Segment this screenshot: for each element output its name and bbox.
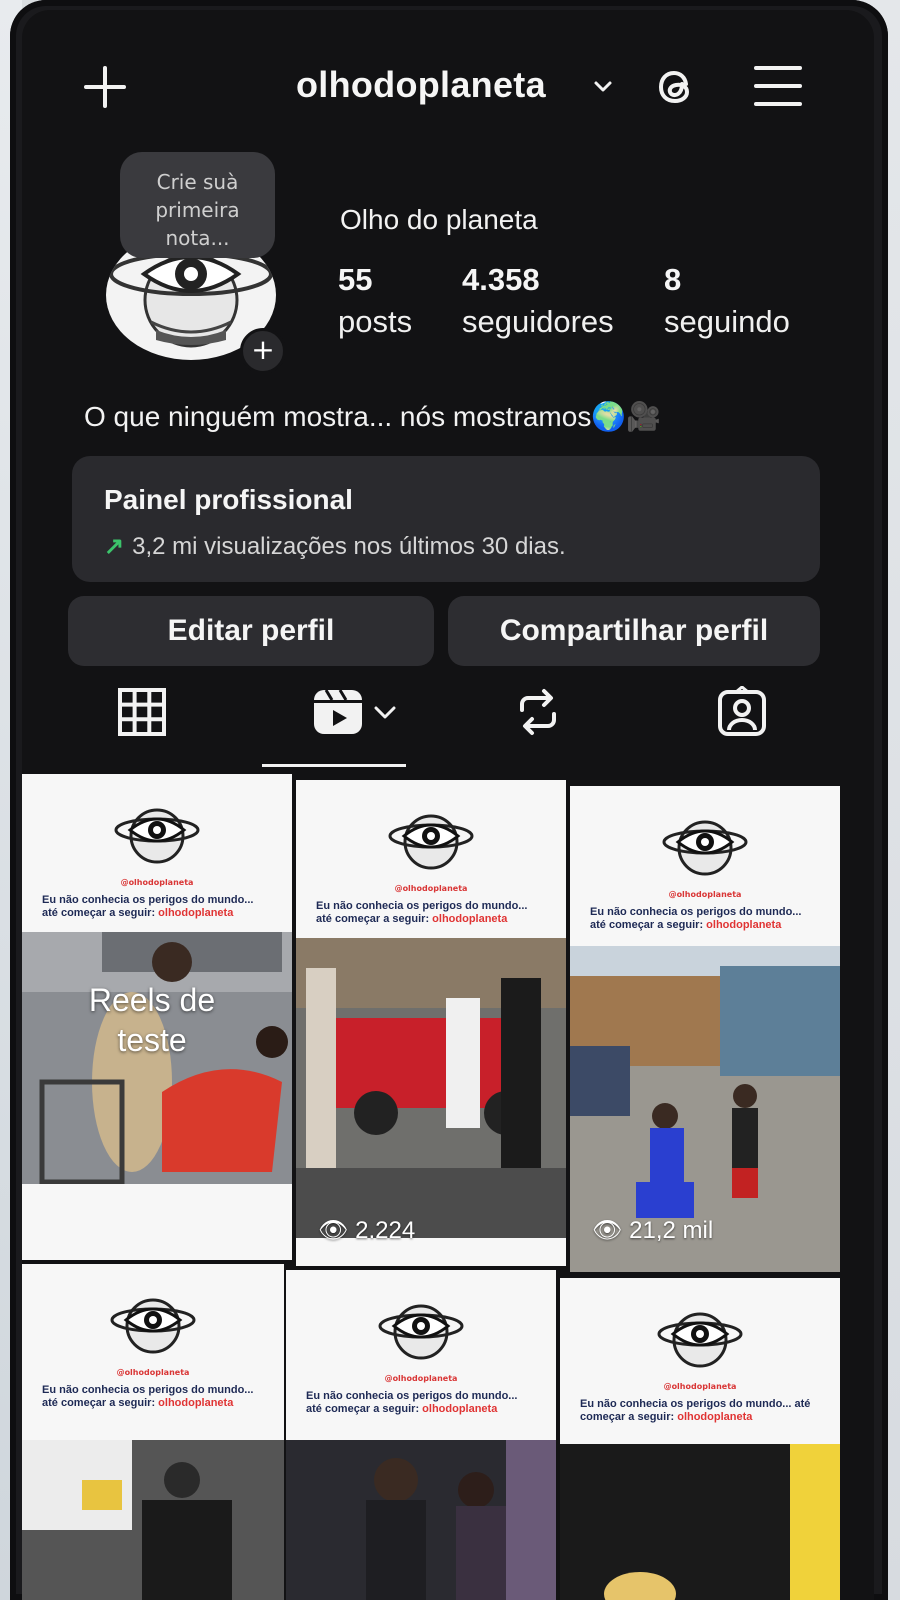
eye-globe-logo-icon <box>388 814 474 870</box>
reel-tile[interactable]: @olhodoplaneta Eu não conhecia os perigo… <box>22 1264 284 1600</box>
tagged-icon[interactable] <box>716 686 768 738</box>
reels-icon[interactable] <box>312 686 364 738</box>
reel-caption: Eu não conhecia os perigos do mundo... a… <box>42 894 254 919</box>
chevron-down-icon[interactable] <box>592 76 614 98</box>
note-bubble[interactable]: Crie suà primeira nota... <box>120 152 275 258</box>
menu-icon[interactable] <box>754 64 802 108</box>
reel-thumbnail <box>286 1440 556 1600</box>
professional-dashboard[interactable]: Painel profissional ↗ 3,2 mi visualizaçõe… <box>72 456 820 582</box>
reels-grid: @olhodoplaneta Eu não conhecia os perigo… <box>22 774 874 1600</box>
reel-handle: @olhodoplaneta <box>394 884 468 893</box>
top-bar: olhodoplaneta <box>22 50 874 130</box>
reel-thumbnail <box>22 1440 284 1600</box>
dashboard-title: Painel profissional <box>104 484 353 515</box>
threads-icon[interactable] <box>650 62 700 112</box>
profile-tabs <box>22 680 874 772</box>
reel-tile[interactable]: @olhodoplaneta Eu não conhecia os perigo… <box>570 786 840 1272</box>
edit-profile-button[interactable]: Editar perfil <box>68 596 434 666</box>
reel-thumbnail <box>560 1444 840 1600</box>
grid-icon[interactable] <box>116 686 168 738</box>
reel-caption: Eu não conhecia os perigos do mundo... a… <box>42 1384 254 1409</box>
dashboard-subtitle: ↗ 3,2 mi visualizações nos últimos 30 dia… <box>104 533 566 560</box>
reel-views: 👁 2.224 <box>318 1217 416 1244</box>
reel-views: 👁 21,2 mil <box>592 1217 714 1244</box>
eye-globe-logo-icon <box>378 1304 464 1360</box>
stat-followers[interactable]: 4.358 seguidores <box>462 262 614 340</box>
plus-icon[interactable] <box>80 62 130 112</box>
note-prompt: Crie suà primeira nota... <box>155 170 240 250</box>
reel-handle: @olhodoplaneta <box>116 1368 190 1377</box>
stat-following[interactable]: 8 seguindo <box>664 262 790 340</box>
stat-posts[interactable]: 55 posts <box>338 262 412 340</box>
reel-overlay-text: Reels de teste <box>88 982 216 1058</box>
eye-icon: 👁 <box>592 1217 630 1244</box>
active-tab-indicator <box>262 764 406 767</box>
bio: O que ninguém mostra... nós mostramos🌍🎥 <box>84 401 662 432</box>
reel-handle: @olhodoplaneta <box>384 1374 458 1383</box>
reel-caption: Eu não conhecia os perigos do mundo... a… <box>590 906 802 931</box>
eye-globe-logo-icon <box>662 820 748 876</box>
reel-handle: @olhodoplaneta <box>120 878 194 887</box>
reel-handle: @olhodoplaneta <box>668 890 742 899</box>
reel-handle: @olhodoplaneta <box>663 1382 737 1391</box>
reel-tile[interactable]: @olhodoplaneta Eu não conhecia os perigo… <box>286 1270 556 1600</box>
reel-caption: Eu não conhecia os perigos do mundo... a… <box>306 1390 518 1415</box>
reel-thumbnail <box>296 938 566 1238</box>
reel-tile[interactable]: @olhodoplaneta Eu não conhecia os perigo… <box>22 774 292 1260</box>
share-profile-button[interactable]: Compartilhar perfil <box>448 596 820 666</box>
eye-globe-logo-icon <box>114 808 200 864</box>
reel-tile[interactable]: @olhodoplaneta Eu não conhecia os perigo… <box>560 1278 840 1600</box>
eye-icon: 👁 <box>318 1217 356 1244</box>
account-switcher[interactable]: olhodoplaneta <box>296 64 546 106</box>
display-name: Olho do planeta <box>340 204 538 235</box>
add-story-icon[interactable]: + <box>240 328 286 374</box>
chevron-down-icon[interactable] <box>372 686 398 738</box>
reposts-icon[interactable] <box>512 686 564 738</box>
trend-up-icon: ↗ <box>104 533 125 560</box>
eye-globe-logo-icon <box>657 1312 743 1368</box>
reel-caption: Eu não conhecia os perigos do mundo... a… <box>580 1398 811 1423</box>
reel-tile[interactable]: @olhodoplaneta Eu não conhecia os perigo… <box>296 780 566 1266</box>
phone-frame: olhodoplaneta Crie suà primeira nota... <box>10 0 888 1600</box>
app-screen: olhodoplaneta Crie suà primeira nota... <box>22 10 874 1600</box>
reel-caption: Eu não conhecia os perigos do mundo... a… <box>316 900 528 925</box>
eye-globe-logo-icon <box>110 1298 196 1354</box>
